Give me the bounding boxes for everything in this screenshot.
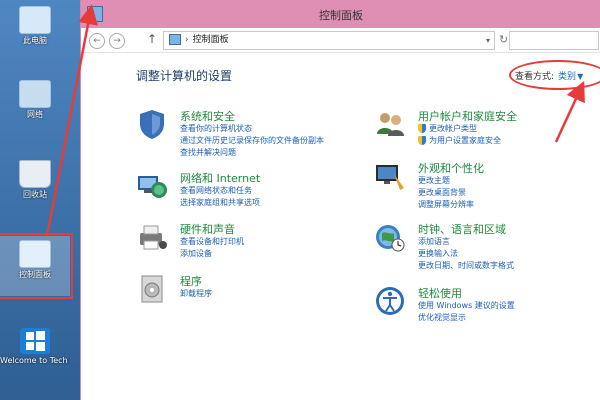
arrow-to-titlebar xyxy=(45,4,98,237)
annotation-arrows xyxy=(45,4,585,237)
arrow-to-view-by xyxy=(554,80,585,143)
